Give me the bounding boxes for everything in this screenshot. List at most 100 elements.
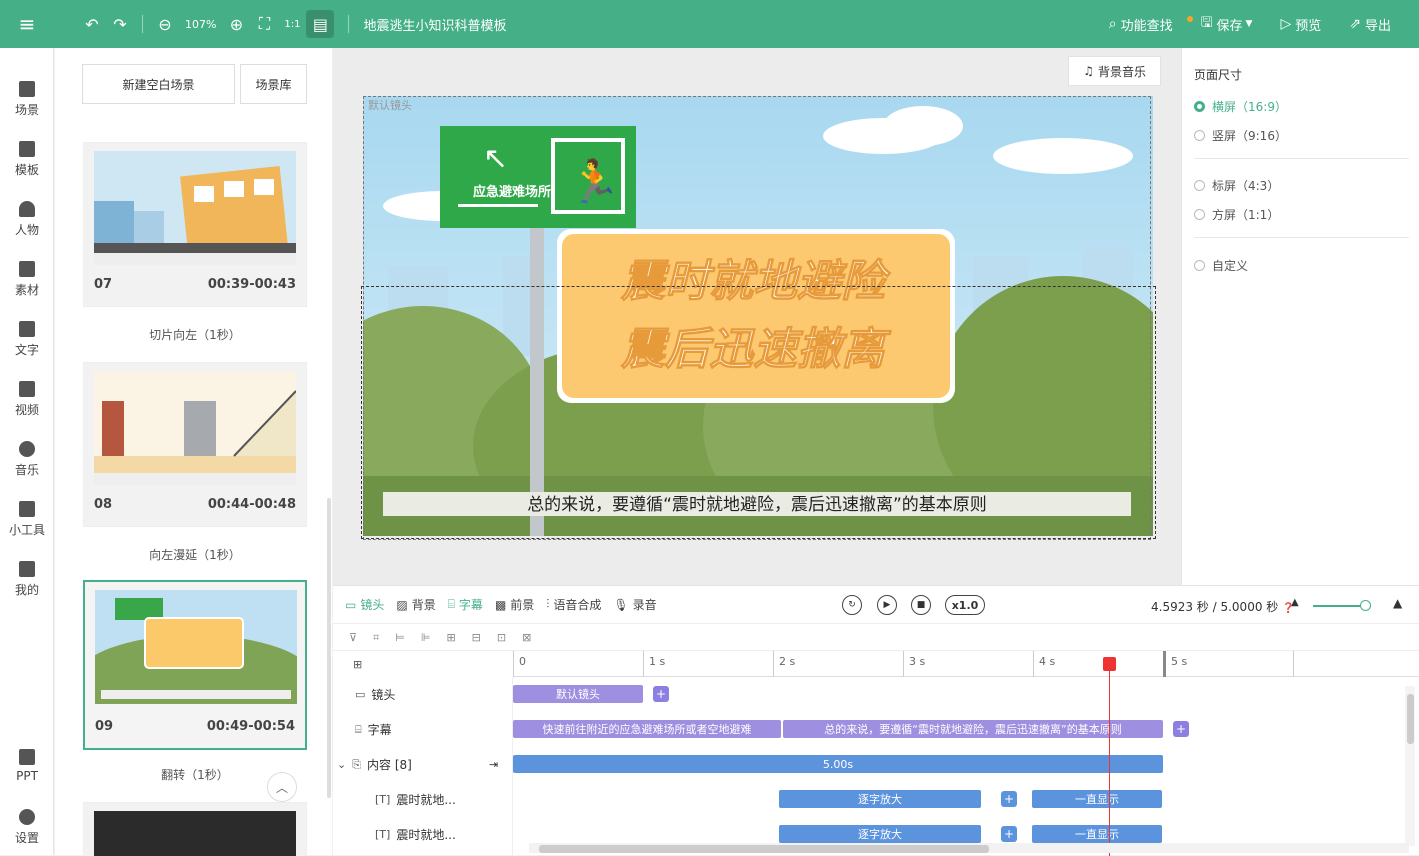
mountain-large-icon: ▲ (1393, 596, 1403, 610)
scene-card[interactable] (83, 802, 307, 856)
track-text-item[interactable]: [T] 震时就地... (333, 782, 513, 817)
scene-card[interactable]: 08 00:44-00:48 (83, 362, 307, 527)
undo-icon[interactable]: ↶ (78, 10, 106, 38)
project-title[interactable]: 地震逃生小知识科普模板 (363, 15, 506, 34)
subtitle-clip[interactable]: 总的来说，要遵循“震时就地避险，震后迅速撤离”的基本原则 (783, 720, 1163, 738)
track-subtitle[interactable]: ⌸ 字幕 (333, 712, 513, 747)
microphone-icon: 🎙 (613, 597, 629, 612)
camera-icon: ▭ (345, 597, 357, 612)
sidebar-item-text[interactable]: 文字 (0, 321, 54, 358)
page-size-square[interactable]: 方屏（1:1） (1194, 206, 1279, 223)
align-left-icon[interactable]: ⊨ (395, 631, 405, 644)
scrollbar-thumb[interactable] (539, 845, 989, 853)
playhead[interactable] (1109, 658, 1110, 856)
scrollbar-thumb[interactable] (1407, 694, 1414, 744)
ruler-tick: 1 s (643, 651, 665, 677)
radio (1194, 180, 1205, 191)
sidebar-item-ppt[interactable]: PPT (0, 749, 54, 783)
chevron-down-icon: ⌄ (337, 758, 347, 771)
scene-transition[interactable]: 切片向左（1秒） (83, 326, 307, 343)
stop-icon[interactable]: ■ (911, 595, 931, 615)
subtitle-icon[interactable]: ▤ (306, 10, 335, 38)
sidebar-item-settings[interactable]: 设置 (0, 809, 54, 846)
page-size-custom[interactable]: 自定义 (1194, 257, 1248, 274)
page-size-standard[interactable]: 标屏（4:3） (1194, 177, 1279, 194)
replay-icon[interactable]: ↻ (842, 595, 862, 615)
timeline-hscroll[interactable] (529, 843, 1409, 853)
sidebar-item-template[interactable]: 模板 (0, 141, 54, 178)
sidebar-item-material[interactable]: 素材 (0, 261, 54, 298)
group-icon[interactable]: ⊡ (497, 631, 506, 644)
scene-card-active[interactable]: 09 00:49-00:54 (83, 580, 307, 750)
scene-thumbnail (94, 151, 296, 265)
speed-button[interactable]: x1.0 (945, 595, 985, 615)
effect-clip[interactable]: 逐字放大 (779, 825, 981, 843)
sidebar-item-tools[interactable]: 小工具 (0, 501, 54, 538)
sidebar-item-video[interactable]: 视频 (0, 381, 54, 418)
exit-group-icon[interactable]: ⇥ (489, 758, 498, 771)
page-size-panel: 页面尺寸 横屏（16:9） 竖屏（9:16） 标屏（4:3） 方屏（1:1） 自… (1181, 48, 1419, 585)
timeline-zoom-slider[interactable] (1313, 605, 1365, 607)
tab-tts[interactable]: ⫶ 语音合成 (546, 596, 601, 613)
actual-size-icon[interactable]: 1:1 (278, 10, 306, 38)
content-clip[interactable]: 5.00s (513, 755, 1163, 773)
add-subtitle-button[interactable]: + (1173, 721, 1189, 737)
scene-thumbnail (95, 590, 297, 704)
track-text-item[interactable]: [T] 震时就地... (333, 817, 513, 852)
tab-camera[interactable]: ▭ 镜头 (345, 596, 384, 613)
align-center-icon[interactable]: ⊞ (446, 631, 455, 644)
preview-button[interactable]: ▷ 预览 (1280, 15, 1321, 34)
sidebar-item-scene[interactable]: 场景 (0, 81, 54, 118)
background-music-button[interactable]: ♫ 背景音乐 (1068, 56, 1161, 86)
find-feature-button[interactable]: ⌕ 功能查找 (1109, 15, 1193, 34)
mountain-small-icon: ▲ (1291, 597, 1299, 608)
page-size-portrait[interactable]: 竖屏（9:16） (1194, 127, 1287, 144)
play-icon[interactable]: ▶ (877, 595, 897, 615)
scene-transition[interactable]: 向左漫延（1秒） (83, 546, 307, 563)
zoom-in-icon[interactable]: ⊕ (222, 10, 250, 38)
page-size-landscape[interactable]: 横屏（16:9） (1194, 98, 1287, 115)
ungroup-icon[interactable]: ⊠ (522, 631, 531, 644)
tab-subtitle[interactable]: ⌸ 字幕 (448, 596, 483, 613)
scene-library-button[interactable]: 场景库 (240, 64, 307, 104)
track-camera[interactable]: ▭ 镜头 (333, 677, 513, 712)
music-note-icon: ♫ (1083, 64, 1094, 78)
selection-frame[interactable] (361, 286, 1156, 539)
page-size-title: 页面尺寸 (1194, 68, 1243, 82)
timeline-ruler[interactable]: 0 1 s 2 s 3 s 4 s 5 s (513, 651, 1419, 677)
export-button[interactable]: ⇗ 导出 (1349, 15, 1391, 34)
effect-clip[interactable]: 一直显示 (1032, 825, 1162, 843)
menu-icon[interactable]: ≡ (0, 0, 54, 48)
add-camera-button[interactable]: + (653, 686, 669, 702)
new-blank-scene-button[interactable]: 新建空白场景 (82, 64, 235, 104)
tab-record[interactable]: 🎙 录音 (613, 596, 656, 613)
sidebar-item-music[interactable]: 音乐 (0, 441, 54, 478)
playhead-handle[interactable] (1103, 657, 1116, 671)
add-effect-button[interactable]: + (1001, 791, 1017, 807)
effect-clip[interactable]: 逐字放大 (779, 790, 981, 808)
preview-icon: ▷ (1280, 16, 1292, 32)
camera-clip[interactable]: 默认镜头 (513, 685, 643, 703)
subtitle-clip[interactable]: 快速前往附近的应急避难场所或者空地避难 (513, 720, 781, 738)
slider-handle[interactable] (1360, 600, 1371, 611)
tab-background[interactable]: ▨ 背景 (396, 596, 435, 613)
effect-clip[interactable]: 一直显示 (1032, 790, 1162, 808)
redo-icon[interactable]: ↷ (106, 10, 134, 38)
sidebar-item-character[interactable]: 人物 (0, 201, 54, 238)
tab-foreground[interactable]: ▩ 前景 (495, 596, 534, 613)
track-content[interactable]: ⌄ ⎘ 内容 [8] ⇥ (333, 747, 513, 782)
camera-label: 默认镜头 (368, 99, 412, 112)
canvas-area: ♫ 背景音乐 应急避难场所 ↖ 🏃 震时就地避险 震后迅速撤离 总的来说，要遵循… (333, 48, 1181, 585)
add-effect-button[interactable]: + (1001, 826, 1017, 842)
collapse-up-button[interactable]: ︿ (267, 772, 297, 802)
fullscreen-icon[interactable]: ⛶ (250, 10, 278, 38)
distribute-icon[interactable]: ⊟ (472, 631, 481, 644)
sidebar-item-mine[interactable]: 我的 (0, 561, 54, 598)
align-right-icon[interactable]: ⊫ (421, 631, 431, 644)
scene-card[interactable]: 07 00:39-00:43 (83, 142, 307, 307)
filter-icon[interactable]: ⊽ (349, 631, 357, 644)
zoom-out-icon[interactable]: ⊖ (151, 10, 179, 38)
split-icon[interactable]: ⌗ (373, 631, 379, 645)
save-button[interactable]: 🖫 保存 ▼ (1201, 12, 1253, 36)
scene-scrollbar[interactable] (327, 498, 331, 798)
